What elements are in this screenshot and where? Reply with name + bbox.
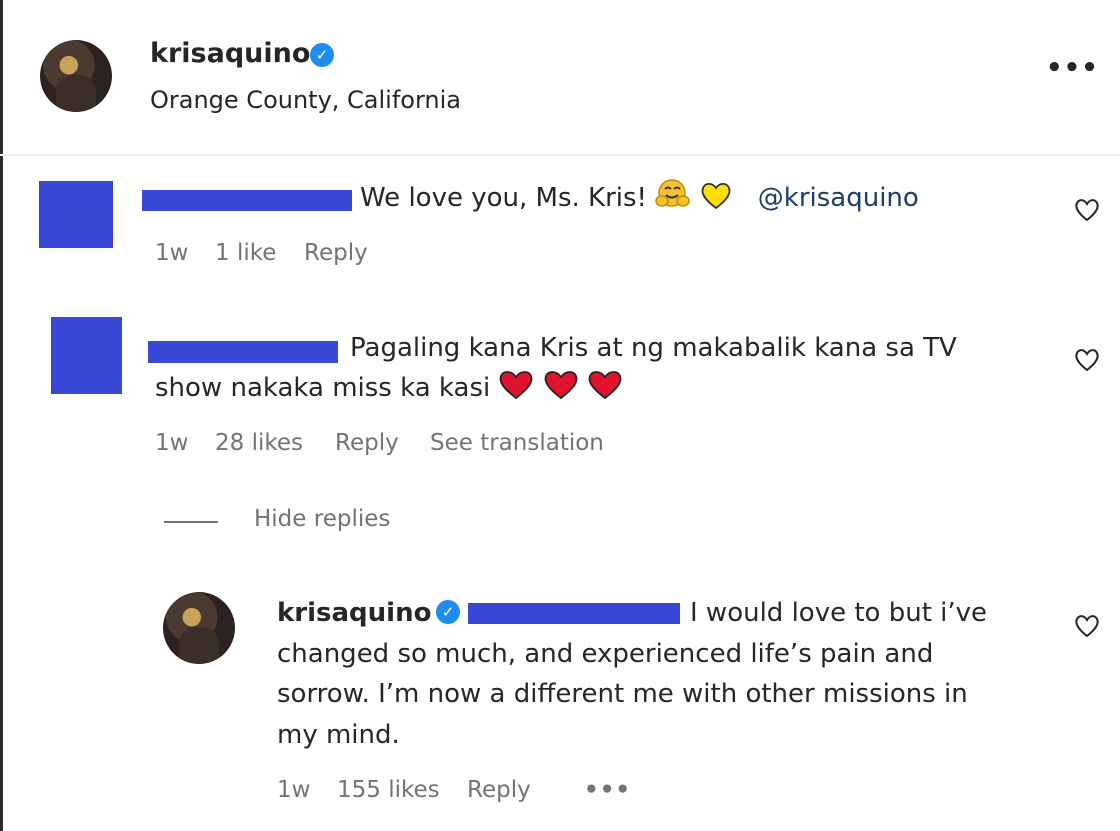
reply-likes[interactable]: 155 likes — [337, 777, 440, 803]
like-heart-icon[interactable] — [1073, 612, 1101, 640]
post-username[interactable]: krisaquino — [150, 38, 310, 69]
hide-replies-button[interactable]: Hide replies — [254, 506, 390, 532]
hugging-face-emoji-icon — [655, 178, 691, 222]
redacted-mention — [468, 603, 680, 624]
reply-text-line: my mind. — [277, 720, 400, 750]
red-heart-emoji-icon — [543, 370, 579, 412]
more-options-button[interactable]: ••• — [1046, 55, 1099, 81]
comment-body: show nakaka miss ka kasi — [155, 373, 491, 403]
reply-text-line: sorrow. I’m now a different me with othe… — [277, 679, 968, 709]
comment-text: We love you, Ms. Kris! @krisaquino — [360, 178, 919, 222]
redacted-username — [148, 341, 338, 363]
avatar[interactable] — [40, 40, 112, 112]
post-header: krisaquino ✓ Orange County, California •… — [0, 0, 1120, 156]
like-heart-icon[interactable] — [1073, 346, 1101, 374]
mention-link[interactable]: @krisaquino — [758, 183, 919, 213]
redacted-avatar — [39, 181, 113, 248]
redacted-username — [142, 190, 352, 211]
comment-likes[interactable]: 1 like — [215, 240, 276, 266]
comment-time: 1w — [155, 240, 189, 266]
reply-more-button[interactable]: ••• — [584, 777, 631, 803]
reply-button[interactable]: Reply — [304, 240, 368, 266]
instagram-post-comments: krisaquino ✓ Orange County, California •… — [0, 0, 1120, 831]
comment-text-line: Pagaling kana Kris at ng makabalik kana … — [350, 333, 957, 363]
comment-likes[interactable]: 28 likes — [215, 430, 303, 456]
see-translation-button[interactable]: See translation — [430, 430, 604, 456]
reply-button[interactable]: Reply — [467, 777, 531, 803]
reply-text-line: changed so much, and experienced life’s … — [277, 639, 934, 669]
reply-avatar[interactable] — [163, 592, 235, 664]
comment-time: 1w — [155, 430, 189, 456]
replies-divider — [164, 521, 218, 523]
reply-username[interactable]: krisaquino — [277, 593, 431, 633]
post-location[interactable]: Orange County, California — [150, 86, 461, 114]
verified-badge-icon: ✓ — [310, 43, 334, 67]
comment-text-line: show nakaka miss ka kasi — [155, 368, 623, 412]
reply-text-line: I would love to but i’ve — [690, 598, 988, 628]
verified-badge-icon: ✓ — [436, 600, 460, 624]
reply-button[interactable]: Reply — [335, 430, 399, 456]
red-heart-emoji-icon — [587, 370, 623, 412]
redacted-avatar — [51, 317, 122, 394]
reply-time: 1w — [277, 777, 311, 803]
comment-body: We love you, Ms. Kris! — [360, 183, 647, 213]
yellow-heart-emoji-icon — [700, 182, 732, 222]
like-heart-icon[interactable] — [1073, 196, 1101, 224]
red-heart-emoji-icon — [498, 370, 534, 412]
